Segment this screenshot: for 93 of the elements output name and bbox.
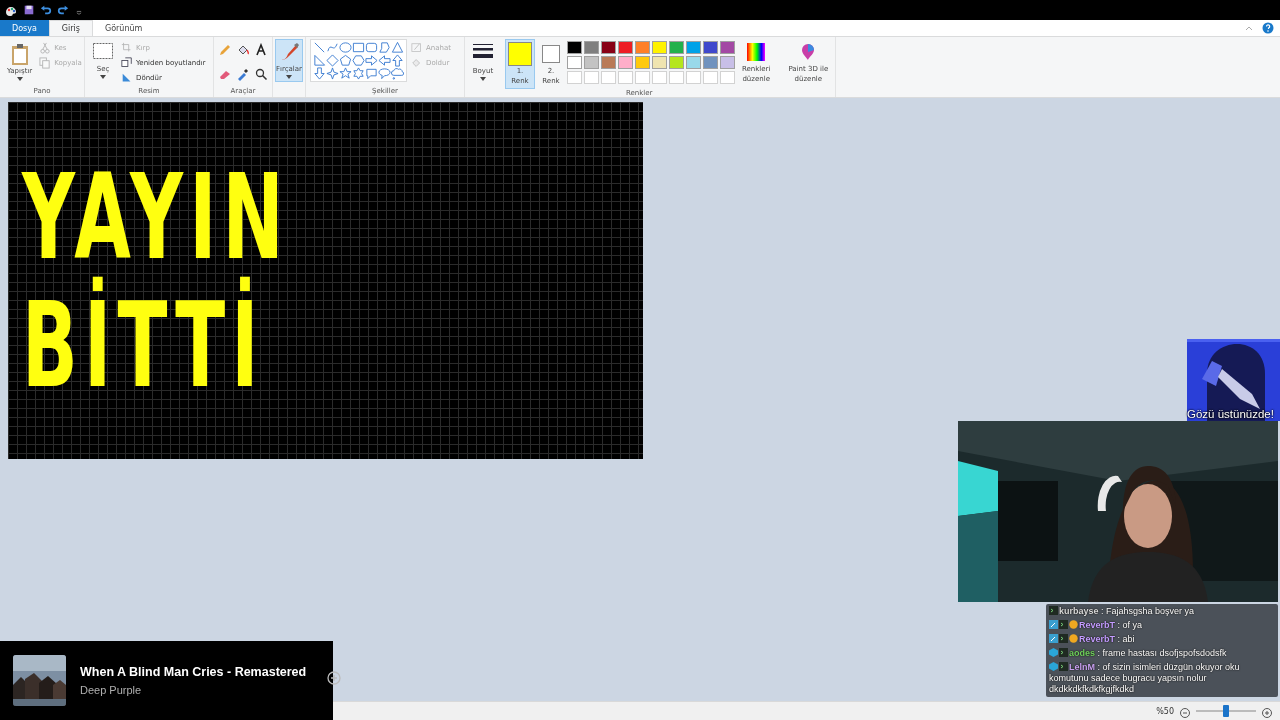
empty-swatch[interactable]: [686, 71, 701, 84]
color-swatch[interactable]: [720, 41, 735, 54]
copy-icon: [39, 56, 52, 69]
ribbon-tab[interactable]: Giriş: [48, 20, 93, 36]
line-icon[interactable]: [313, 41, 326, 54]
crop-icon: [121, 41, 133, 54]
up-arrow-icon[interactable]: [391, 54, 404, 67]
outline-pen-icon: [411, 41, 423, 54]
terminal-badge-icon: [1059, 662, 1068, 671]
fill-icon: [411, 56, 423, 69]
color-swatch[interactable]: [703, 56, 718, 69]
caret-icon: [480, 77, 486, 81]
color-swatch[interactable]: [720, 56, 735, 69]
add-icon[interactable]: [327, 671, 341, 685]
empty-swatch[interactable]: [601, 71, 616, 84]
undo-icon: [40, 4, 52, 16]
empty-swatch[interactable]: [618, 71, 633, 84]
color-swatch[interactable]: [686, 56, 701, 69]
color-swatch[interactable]: [669, 56, 684, 69]
empty-swatch[interactable]: [567, 71, 582, 84]
right-triangle-icon[interactable]: [313, 54, 326, 67]
color-swatch[interactable]: [567, 41, 582, 54]
chat-message: aodes : frame hastası dsofjspofsdodsfk: [1049, 648, 1275, 659]
color-swatch[interactable]: [601, 41, 616, 54]
terminal-badge-icon: [1059, 648, 1068, 657]
empty-swatch[interactable]: [720, 71, 735, 84]
resize-icon: [121, 56, 133, 69]
color-swatch[interactable]: [584, 41, 599, 54]
rectangle-icon[interactable]: [352, 41, 365, 54]
chat-message: ReverbT : abi: [1049, 634, 1275, 645]
text-icon: [254, 43, 268, 57]
rotate-icon: [121, 71, 133, 84]
zoom-out-button[interactable]: [1180, 706, 1190, 716]
selection-rectangle-icon: [92, 42, 114, 60]
diamond-icon[interactable]: [326, 54, 339, 67]
spectrum-icon: [746, 42, 767, 62]
four-point-star-icon[interactable]: [326, 67, 339, 80]
chat-message: kurbayse : Fajahsgsha boşver ya: [1049, 606, 1275, 617]
zoom-level: %50: [1156, 706, 1174, 716]
left-arrow-icon[interactable]: [378, 54, 391, 67]
terminal-badge-icon: [1049, 606, 1058, 615]
fill-bucket-icon: [236, 43, 250, 57]
color-swatch[interactable]: [584, 56, 599, 69]
pentagon-icon[interactable]: [339, 54, 352, 67]
down-arrow-icon[interactable]: [313, 67, 326, 80]
triangle-icon[interactable]: [391, 41, 404, 54]
pencil-icon: [218, 43, 232, 57]
empty-swatch[interactable]: [652, 71, 667, 84]
artist-name: Deep Purple: [80, 684, 143, 696]
empty-swatch[interactable]: [703, 71, 718, 84]
color-swatch[interactable]: [601, 56, 616, 69]
color-swatch[interactable]: [652, 41, 667, 54]
zoom-in-button[interactable]: [1262, 706, 1272, 716]
save-icon: [23, 4, 35, 16]
color-swatch[interactable]: [703, 41, 718, 54]
ribbon-tab[interactable]: Görünüm: [92, 20, 155, 36]
caret-icon: [100, 75, 106, 79]
caret-icon: [286, 75, 292, 79]
hexagon-icon[interactable]: [352, 54, 365, 67]
wrench-badge-icon: [1049, 620, 1058, 629]
terminal-badge-icon: [1059, 620, 1068, 629]
curve-icon[interactable]: [326, 41, 339, 54]
empty-swatch[interactable]: [635, 71, 650, 84]
color-swatch[interactable]: [652, 56, 667, 69]
track-title: When A Blind Man Cries - Remastered: [80, 665, 307, 679]
chat-message: ReverbT : of ya: [1049, 620, 1275, 631]
speech-bubble-icon[interactable]: [365, 67, 378, 80]
color-swatch[interactable]: [567, 56, 582, 69]
color-swatch[interactable]: [618, 56, 633, 69]
file-tab[interactable]: Dosya: [0, 20, 49, 36]
six-point-star-icon[interactable]: [352, 67, 365, 80]
color-swatch[interactable]: [635, 41, 650, 54]
terminal-badge-icon: [1059, 634, 1068, 643]
empty-swatch[interactable]: [669, 71, 684, 84]
caret-icon: [16, 77, 23, 81]
empty-swatch[interactable]: [584, 71, 599, 84]
color-swatch[interactable]: [635, 56, 650, 69]
scissors-icon: [39, 41, 52, 54]
color-swatch[interactable]: [669, 41, 684, 54]
right-arrow-icon[interactable]: [365, 54, 378, 67]
redo-icon: [57, 4, 69, 16]
color-swatch[interactable]: [686, 41, 701, 54]
polygon-icon[interactable]: [378, 41, 391, 54]
chat-message: LelnM : of sizin isimleri düzgün okuyor oku komutunu sadece bugracu yapsın nolur dkdkkdkfkdkfkgjfkdkd: [1049, 662, 1241, 695]
slider-thumb[interactable]: [1223, 705, 1229, 717]
star-icon[interactable]: [339, 67, 352, 80]
wrench-badge-icon: [1049, 634, 1058, 643]
oval-callout-icon[interactable]: [378, 67, 391, 80]
color-picker-icon: [236, 67, 250, 81]
line-width-icon: [472, 42, 494, 60]
cloud-callout-icon[interactable]: [391, 67, 404, 80]
magnifier-icon: [254, 67, 268, 81]
color-swatch[interactable]: [618, 41, 633, 54]
